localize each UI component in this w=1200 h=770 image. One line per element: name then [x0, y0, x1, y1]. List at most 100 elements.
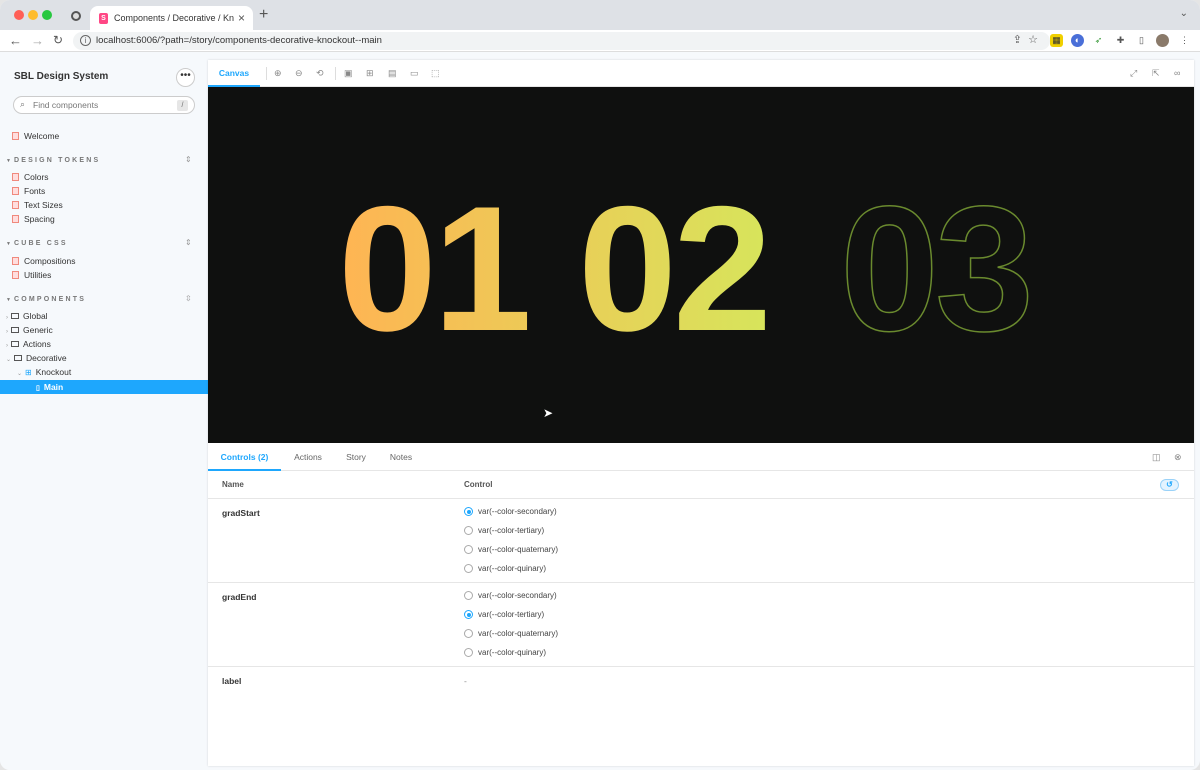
tab-actions[interactable]: Actions — [283, 444, 333, 471]
folder-icon — [11, 313, 19, 319]
sidebar-item-compositions[interactable]: Compositions — [12, 254, 76, 268]
document-icon — [12, 201, 19, 209]
preview-panel: Canvas ⊕ ⊖ ⟲ ▣ ⊞ ▤ ▭ ⬚ ⤢ ⇱ ∞ 01 02 03 ➤ … — [208, 60, 1194, 766]
sidebar-menu-button[interactable]: ••• — [176, 68, 195, 87]
zoom-out-icon[interactable]: ⊖ — [295, 68, 303, 79]
folder-icon — [14, 355, 23, 361]
zoom-reset-icon[interactable]: ⟲ — [316, 68, 324, 79]
profile-avatar[interactable] — [1156, 34, 1169, 47]
browser-tab[interactable]: S Components / Decorative / Knockout - M… — [90, 6, 253, 31]
brand-title[interactable]: SBL Design System — [14, 71, 108, 82]
column-control: Control — [464, 480, 493, 489]
tab-bar: S Components / Decorative / Knockout - M… — [0, 0, 1200, 31]
control-row-gradend: gradEnd var(--color-secondary) var(--col… — [208, 583, 1194, 667]
url-text[interactable]: localhost:6006/?path=/story/components-d… — [96, 35, 382, 46]
open-new-tab-icon[interactable]: ⇱ — [1152, 68, 1160, 79]
fullscreen-icon[interactable]: ⤢ — [1130, 68, 1137, 79]
sidebar-item-text-sizes[interactable]: Text Sizes — [12, 198, 63, 212]
panel-orientation-icon[interactable]: ◫ — [1152, 452, 1161, 463]
pinned-tab-icon[interactable] — [71, 11, 81, 21]
tab-close-icon[interactable]: × — [238, 11, 245, 25]
sidebar-item-actions[interactable]: › Actions — [6, 337, 51, 351]
sidebar-item-fonts[interactable]: Fonts — [12, 184, 45, 198]
tab-notes[interactable]: Notes — [380, 444, 422, 471]
control-name: label — [222, 676, 242, 686]
knockout-numbers: 01 02 03 — [338, 168, 1035, 369]
control-value[interactable]: - — [464, 676, 467, 686]
radio-option[interactable]: var(--color-secondary) — [464, 591, 557, 605]
sidebar-item-welcome[interactable]: Welcome — [12, 129, 59, 143]
search-box[interactable]: ⌕ / — [13, 96, 195, 114]
toolbar-divider — [335, 67, 336, 80]
side-panel-icon[interactable]: ▯ — [1135, 34, 1148, 47]
sidebar-item-spacing[interactable]: Spacing — [12, 212, 55, 226]
section-cube-css[interactable]: ▼ Cube CSS — [6, 237, 68, 251]
component-icon: ⊞ — [25, 368, 32, 377]
document-icon — [12, 187, 19, 195]
radio-option[interactable]: var(--color-quaternary) — [464, 629, 558, 643]
collapse-icon[interactable]: ⇕ — [185, 238, 192, 247]
tab-search-chevron-icon[interactable]: ⌄ — [1180, 8, 1188, 19]
radio-option[interactable]: var(--color-quaternary) — [464, 545, 558, 559]
sidebar-item-utilities[interactable]: Utilities — [12, 268, 51, 282]
sidebar-item-main-story[interactable]: ▯ Main — [0, 380, 208, 394]
more-menu-icon[interactable]: ⋮ — [1178, 34, 1191, 47]
section-components[interactable]: ▼ Components — [6, 293, 86, 307]
viewport-icon[interactable]: ▤ — [388, 68, 397, 79]
section-design-tokens[interactable]: ▼ Design Tokens — [6, 154, 100, 168]
sidebar-item-colors[interactable]: Colors — [12, 170, 49, 184]
grid-icon[interactable]: ⊞ — [366, 68, 374, 79]
extension-icon[interactable]: ▦ — [1050, 34, 1063, 47]
control-row-gradstart: gradStart var(--color-secondary) var(--c… — [208, 499, 1194, 583]
close-panel-icon[interactable]: ⊗ — [1174, 452, 1182, 463]
minimize-window-button[interactable] — [28, 10, 38, 20]
outline-icon[interactable]: ⬚ — [431, 68, 440, 79]
tab-controls[interactable]: Controls (2) — [208, 444, 281, 471]
toolbar-divider — [266, 67, 267, 80]
extension-icon[interactable]: ◐ — [1071, 34, 1084, 47]
site-info-icon[interactable]: i — [80, 35, 91, 46]
sidebar-item-knockout[interactable]: ⌄ ⊞ Knockout — [17, 365, 71, 379]
search-icon: ⌕ — [20, 99, 26, 109]
background-icon[interactable]: ▣ — [344, 68, 353, 79]
back-icon[interactable]: ← — [9, 33, 22, 48]
sidebar: SBL Design System ••• ⌕ / Welcome ▼Desig… — [0, 52, 208, 770]
measure-icon[interactable]: ▭ — [410, 68, 419, 79]
controls-header: Name Control ↺ — [208, 471, 1194, 499]
folder-icon — [11, 327, 19, 333]
radio-option[interactable]: var(--color-quinary) — [464, 564, 546, 578]
bookmark-star-icon[interactable]: ☆ — [1028, 33, 1038, 46]
radio-option[interactable]: var(--color-tertiary) — [464, 526, 544, 540]
tab-canvas[interactable]: Canvas — [208, 60, 260, 87]
extension-icon[interactable]: ➶ — [1092, 34, 1105, 47]
copy-link-icon[interactable]: ∞ — [1174, 68, 1180, 78]
tab-title: Components / Decorative / Knockout - Mai… — [114, 13, 234, 23]
reload-icon[interactable]: ↻ — [53, 33, 63, 47]
puzzle-extensions-icon[interactable]: ✚ — [1114, 34, 1127, 47]
zoom-in-icon[interactable]: ⊕ — [274, 68, 282, 79]
share-icon[interactable]: ⇪ — [1013, 33, 1022, 46]
sidebar-item-decorative[interactable]: ⌄ Decorative — [6, 351, 67, 365]
new-tab-button[interactable]: + — [259, 6, 268, 24]
number-03-outline: 03 — [840, 169, 1030, 368]
expand-icon[interactable]: ⇳ — [185, 294, 192, 303]
reset-controls-button[interactable]: ↺ — [1160, 479, 1179, 491]
tab-story[interactable]: Story — [336, 444, 376, 471]
radio-option[interactable]: var(--color-quinary) — [464, 648, 546, 662]
close-window-button[interactable] — [14, 10, 24, 20]
preview-toolbar: Canvas ⊕ ⊖ ⟲ ▣ ⊞ ▤ ▭ ⬚ ⤢ ⇱ ∞ — [208, 60, 1194, 87]
number-02: 02 — [578, 169, 768, 368]
control-name: gradStart — [222, 508, 260, 518]
search-input[interactable] — [33, 100, 173, 110]
maximize-window-button[interactable] — [42, 10, 52, 20]
url-field[interactable]: i localhost:6006/?path=/story/components… — [73, 32, 1050, 50]
story-canvas: 01 02 03 ➤ — [208, 87, 1194, 443]
browser-window: S Components / Decorative / Knockout - M… — [0, 0, 1200, 770]
sidebar-item-global[interactable]: › Global — [6, 309, 48, 323]
forward-icon[interactable]: → — [31, 33, 44, 48]
collapse-icon[interactable]: ⇕ — [185, 155, 192, 164]
number-01: 01 — [338, 169, 528, 368]
radio-option[interactable]: var(--color-secondary) — [464, 507, 557, 521]
radio-option[interactable]: var(--color-tertiary) — [464, 610, 544, 624]
sidebar-item-generic[interactable]: › Generic — [6, 323, 53, 337]
